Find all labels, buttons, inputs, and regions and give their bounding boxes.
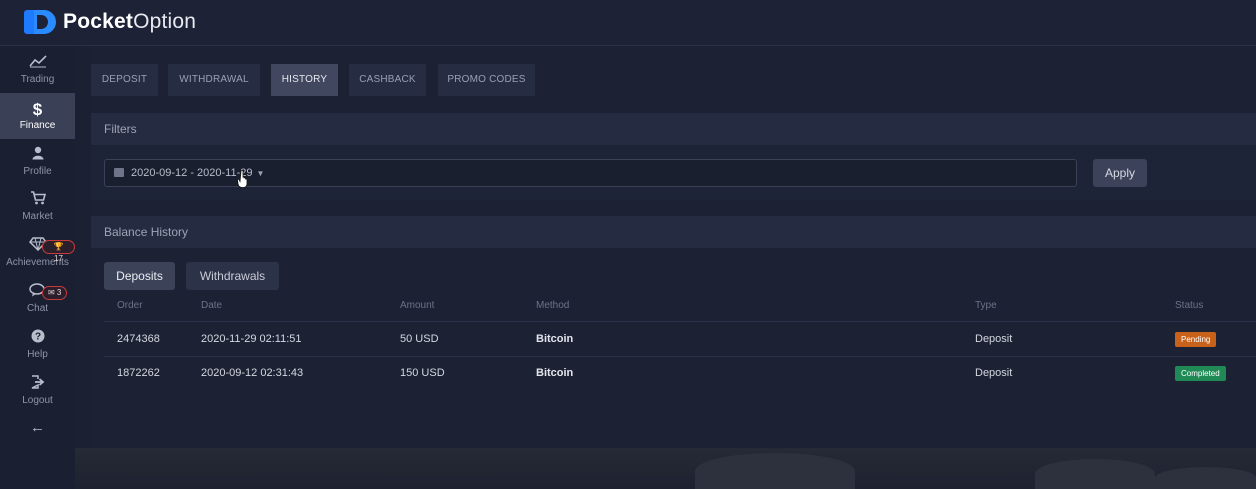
row-divider bbox=[104, 321, 1256, 322]
cell-date: 2020-09-12 02:31:43 bbox=[201, 367, 304, 379]
sidebar-item-label: Trading bbox=[20, 74, 55, 85]
sidebar-item-trading[interactable]: Trading bbox=[0, 47, 75, 93]
sidebar-item-label: Market bbox=[22, 211, 53, 222]
brand-name-light: Option bbox=[133, 10, 197, 33]
dollar-icon: $ bbox=[32, 100, 43, 119]
cell-type: Deposit bbox=[975, 367, 1013, 379]
top-bar: PocketOption bbox=[0, 0, 1256, 46]
tab-withdrawal[interactable]: WITHDRAWAL bbox=[168, 64, 260, 96]
column-header-amount: Amount bbox=[400, 300, 435, 311]
help-icon: ? bbox=[0, 329, 75, 349]
sidebar-item-label: Achievements bbox=[6, 257, 69, 268]
column-header-order: Order bbox=[117, 300, 143, 311]
cell-method: Bitcoin bbox=[536, 333, 574, 345]
column-header-method: Method bbox=[536, 300, 570, 311]
sidebar-item-label: Help bbox=[27, 349, 48, 360]
tab-cashback[interactable]: CASHBACK bbox=[349, 64, 426, 96]
sidebar-item-achievements[interactable]: 🏆 17 Achievements bbox=[0, 230, 75, 276]
cell-type: Deposit bbox=[975, 333, 1013, 345]
sidebar-item-label: Profile bbox=[23, 166, 52, 177]
sidebar-item-help[interactable]: ? Help bbox=[0, 322, 75, 368]
date-range-picker[interactable]: 2020-09-12 - 2020-11-29 ▼ bbox=[104, 159, 1077, 187]
sidebar-item-logout[interactable]: Logout bbox=[0, 368, 75, 414]
background-landscape bbox=[75, 448, 1256, 489]
tab-promo-codes[interactable]: PROMO CODES bbox=[438, 64, 535, 96]
cart-icon bbox=[0, 191, 75, 211]
status-badge-pending: Pending bbox=[1175, 332, 1217, 347]
arrow-left-icon: ← bbox=[30, 419, 45, 436]
cell-method: Bitcoin bbox=[536, 367, 574, 379]
tab-deposit[interactable]: DEPOSIT bbox=[91, 64, 158, 96]
brand-logo[interactable]: PocketOption bbox=[24, 8, 196, 36]
tab-history[interactable]: HISTORY bbox=[271, 64, 338, 96]
subtab-deposits[interactable]: Deposits bbox=[104, 262, 175, 290]
apply-button[interactable]: Apply bbox=[1093, 159, 1147, 187]
chart-line-icon bbox=[0, 54, 75, 74]
row-divider bbox=[104, 356, 1256, 357]
sidebar-item-finance[interactable]: $ Finance bbox=[0, 93, 75, 139]
sidebar: Trading $ Finance Profile Market 🏆 17 Ac… bbox=[0, 46, 75, 489]
sidebar-item-label: Finance bbox=[19, 120, 56, 131]
cell-amount: 50 USD bbox=[400, 333, 439, 345]
sidebar-item-profile[interactable]: Profile bbox=[0, 139, 75, 185]
calendar-icon bbox=[114, 168, 124, 177]
caret-down-icon: ▼ bbox=[256, 169, 265, 178]
sidebar-item-label: Logout bbox=[22, 395, 53, 406]
cell-amount: 150 USD bbox=[400, 367, 445, 379]
finance-panel: DEPOSIT WITHDRAWAL HISTORY CASHBACK PROM… bbox=[91, 46, 1256, 448]
filters-header: Filters bbox=[91, 113, 1256, 145]
mouse-cursor-icon bbox=[237, 170, 248, 188]
brand-name-bold: Pocket bbox=[63, 10, 134, 33]
svg-text:?: ? bbox=[34, 332, 40, 343]
sidebar-item-market[interactable]: Market bbox=[0, 184, 75, 230]
subtab-withdrawals[interactable]: Withdrawals bbox=[186, 262, 279, 290]
logout-icon bbox=[0, 375, 75, 395]
sidebar-item-chat[interactable]: ✉ 3 Chat bbox=[0, 276, 75, 322]
cell-order: 1872262 bbox=[117, 367, 160, 379]
user-icon bbox=[0, 146, 75, 166]
collapse-sidebar-button[interactable]: ← bbox=[0, 416, 75, 442]
column-header-date: Date bbox=[201, 300, 223, 311]
achievements-badge: 🏆 17 bbox=[42, 240, 75, 263]
column-header-status: Status bbox=[1175, 300, 1204, 311]
cell-order: 2474368 bbox=[117, 333, 160, 345]
sidebar-item-label: Chat bbox=[26, 303, 49, 314]
date-range-value: 2020-09-12 - 2020-11-29 bbox=[131, 167, 253, 179]
column-header-type: Type bbox=[975, 300, 997, 311]
chat-badge: ✉ 3 bbox=[42, 286, 68, 300]
cell-date: 2020-11-29 02:11:51 bbox=[201, 333, 302, 345]
logo-mark-icon bbox=[24, 10, 56, 34]
brand-name: PocketOption bbox=[63, 10, 196, 34]
balance-history-header: Balance History bbox=[91, 216, 1256, 248]
status-badge-completed: Completed bbox=[1175, 366, 1226, 381]
